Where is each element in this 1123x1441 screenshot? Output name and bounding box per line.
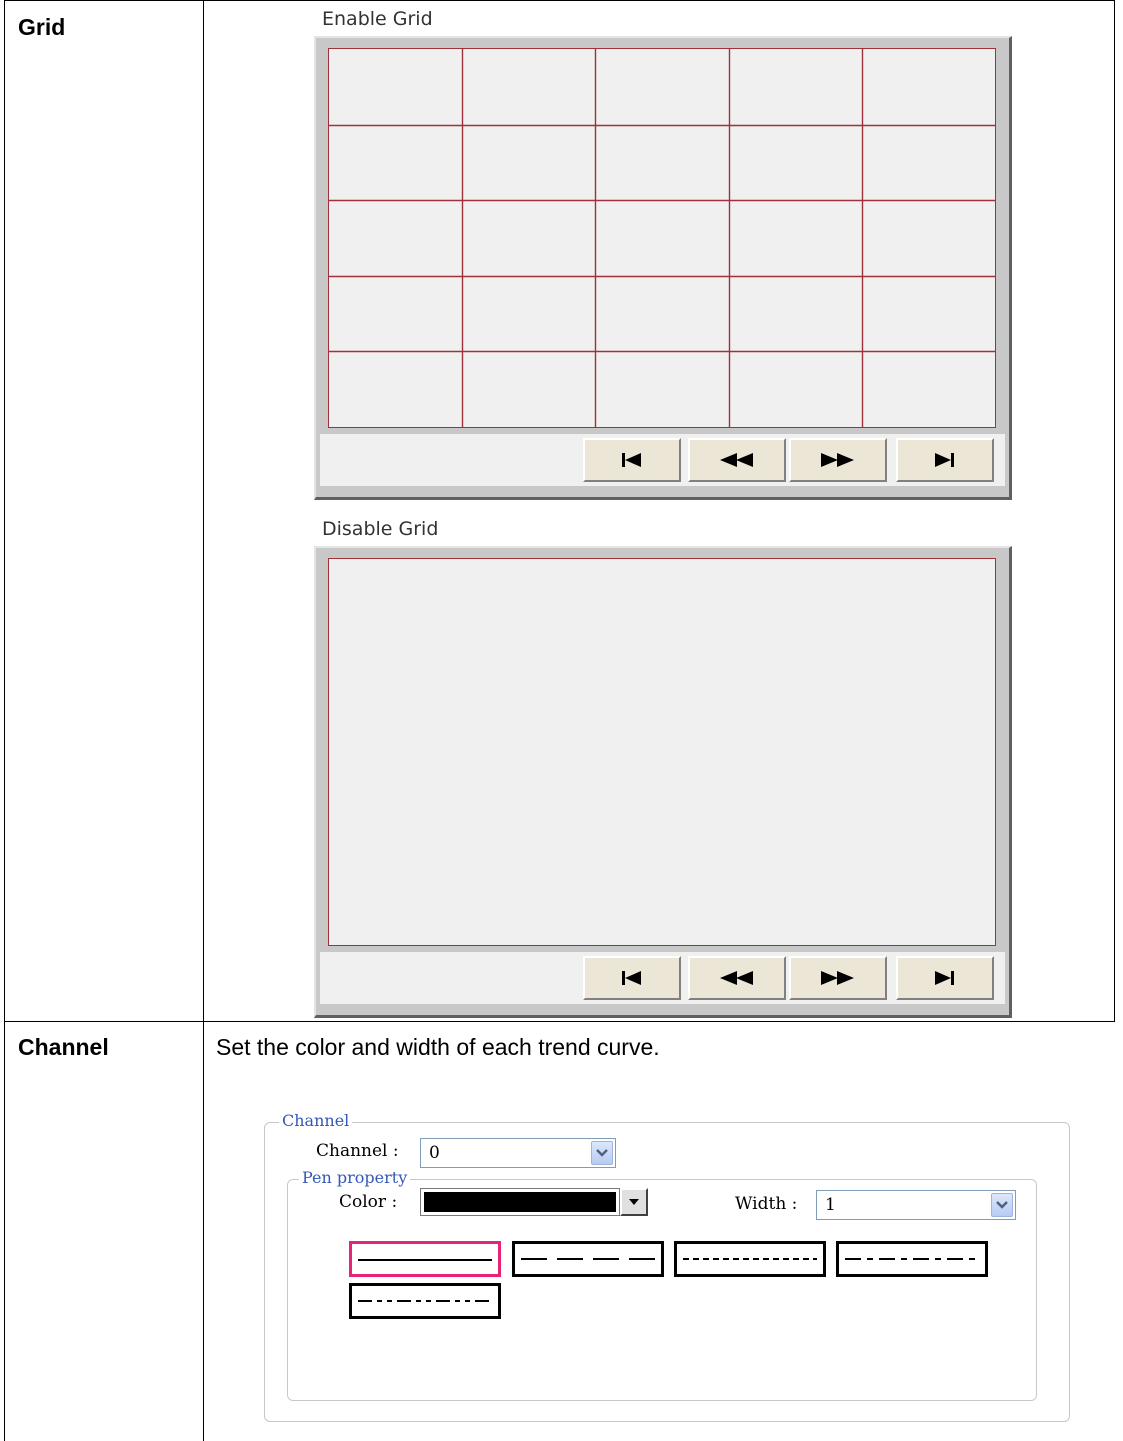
trend-display-grid-enabled — [314, 36, 1012, 500]
width-label: Width : — [735, 1194, 798, 1214]
trend-plot-area — [328, 48, 996, 428]
skip-to-start-button[interactable] — [583, 956, 681, 1000]
pen-style-dash-dot[interactable] — [836, 1241, 988, 1277]
skip-to-start-icon — [622, 971, 641, 985]
pen-color-swatch — [424, 1192, 616, 1212]
channel-group-title: Channel — [279, 1111, 353, 1130]
caret-down-icon — [629, 1199, 639, 1205]
fast-forward-icon — [821, 971, 854, 985]
row-label-grid: Grid — [18, 14, 66, 40]
pen-property-title: Pen property — [299, 1168, 411, 1187]
skip-to-end-icon — [935, 971, 954, 985]
fast-forward-icon — [821, 453, 854, 467]
trend-display-grid-disabled — [314, 546, 1012, 1018]
grid-lines — [329, 49, 995, 427]
skip-to-start-button[interactable] — [583, 438, 681, 482]
disable-grid-caption: Disable Grid — [322, 518, 439, 540]
color-dropdown-button[interactable] — [620, 1188, 648, 1216]
enable-grid-caption: Enable Grid — [322, 8, 433, 30]
chevron-down-icon[interactable] — [591, 1141, 613, 1165]
table-border-right — [1114, 0, 1115, 1022]
pen-style-dot[interactable] — [674, 1241, 826, 1277]
rewind-icon — [720, 971, 753, 985]
solid-line-sample — [358, 1259, 492, 1261]
channel-label: Channel : — [316, 1141, 399, 1161]
dash-dot-dot-line-sample — [358, 1300, 492, 1302]
pen-color-field[interactable] — [420, 1188, 620, 1216]
table-border-top — [4, 0, 1115, 1]
channel-select-value: 0 — [429, 1143, 440, 1163]
skip-to-start-icon — [622, 453, 641, 467]
skip-to-end-icon — [935, 453, 954, 467]
fast-forward-button[interactable] — [789, 956, 887, 1000]
chevron-down-icon[interactable] — [991, 1193, 1013, 1217]
color-label: Color : — [339, 1192, 398, 1212]
table-row-divider — [4, 1021, 1115, 1022]
navigation-bar — [320, 434, 1005, 486]
width-select[interactable]: 1 — [816, 1190, 1016, 1220]
rewind-button[interactable] — [688, 438, 786, 482]
dot-line-sample — [683, 1258, 817, 1260]
navigation-bar — [320, 952, 1005, 1004]
fast-forward-button[interactable] — [789, 438, 887, 482]
rewind-icon — [720, 453, 753, 467]
table-column-divider — [203, 0, 204, 1441]
rewind-button[interactable] — [688, 956, 786, 1000]
skip-to-end-button[interactable] — [896, 438, 994, 482]
pen-style-dash-dot-dot[interactable] — [349, 1283, 501, 1319]
channel-select[interactable]: 0 — [420, 1138, 616, 1168]
skip-to-end-button[interactable] — [896, 956, 994, 1000]
dash-dot-line-sample — [845, 1258, 979, 1260]
table-border-left — [4, 0, 5, 1441]
row-label-channel: Channel — [18, 1034, 109, 1060]
trend-plot-area — [328, 558, 996, 946]
dash-line-sample — [521, 1258, 655, 1260]
row-description-channel: Set the color and width of each trend cu… — [216, 1034, 660, 1060]
pen-style-dash[interactable] — [512, 1241, 664, 1277]
width-select-value: 1 — [825, 1195, 836, 1215]
pen-style-solid[interactable] — [349, 1241, 501, 1277]
